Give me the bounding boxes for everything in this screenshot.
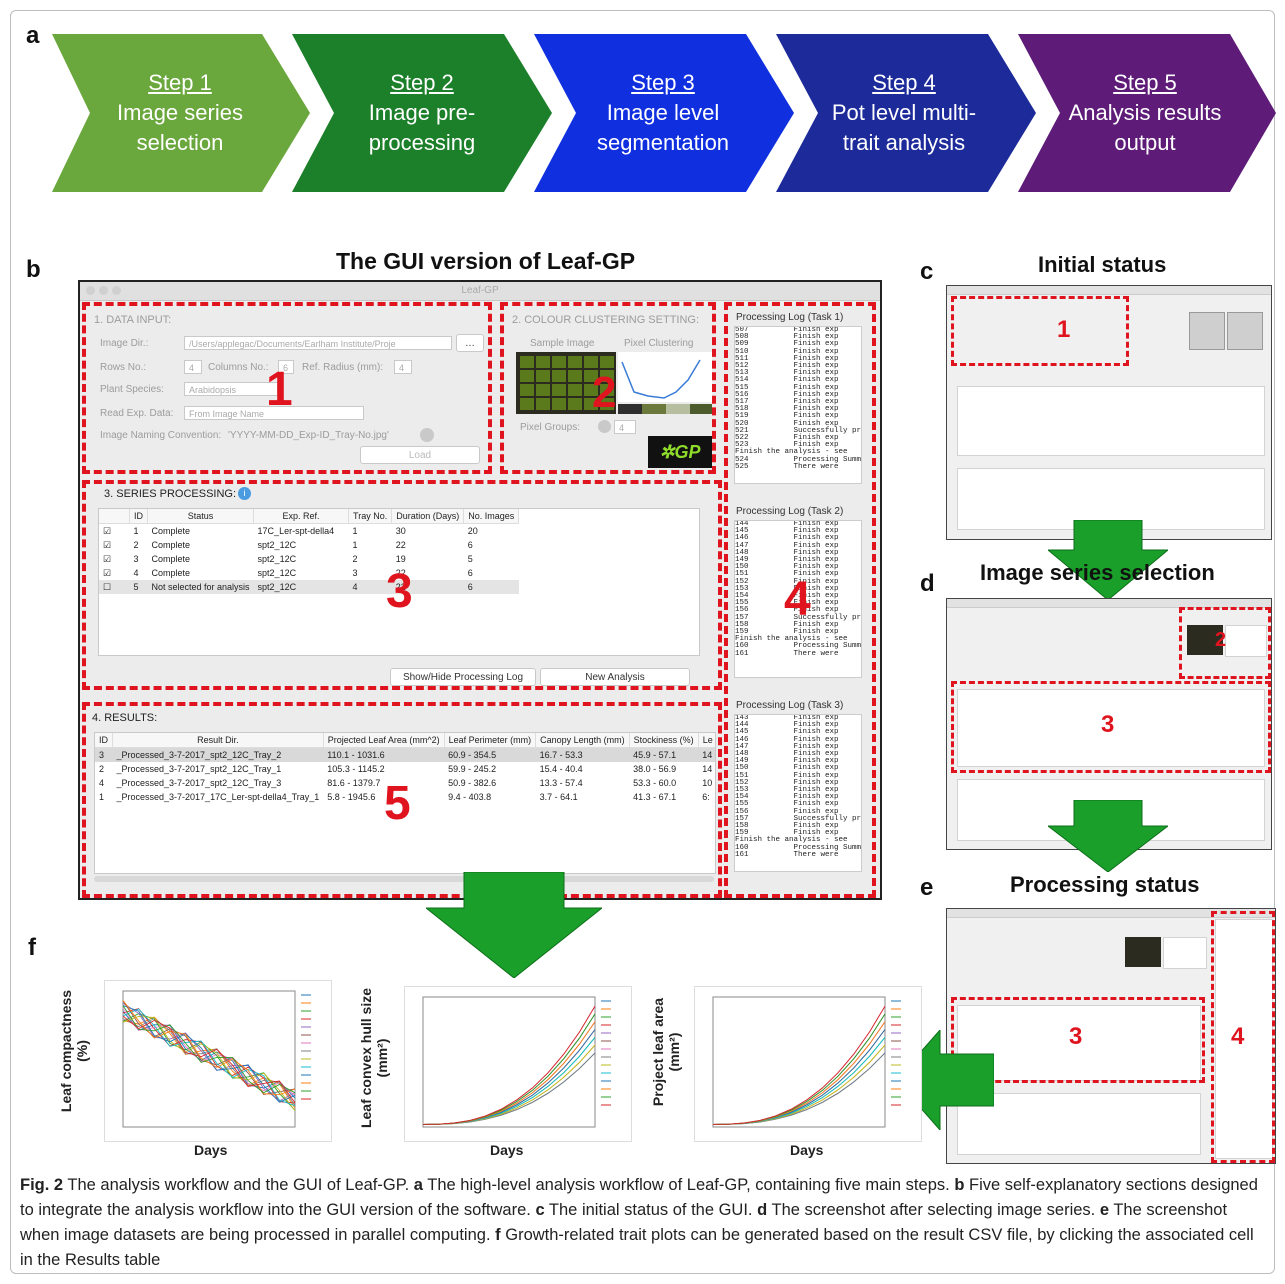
- plot-2-svg: [422, 996, 611, 1128]
- caption-a-text: The high-level analysis workflow of Leaf…: [427, 1176, 950, 1194]
- step-1-label-1: Image series: [117, 100, 243, 125]
- step-3-title: Step 3: [631, 70, 695, 95]
- plot-3-svg: [712, 996, 901, 1128]
- mini-c-section-1: [951, 296, 1129, 366]
- step-5-label-1: Analysis results: [1068, 100, 1222, 125]
- step-1-title: Step 1: [148, 70, 212, 95]
- plot-2-ylabel-2: (mm²): [374, 1038, 390, 1078]
- plot-3-ylabel: Project leaf area (mm²): [650, 980, 682, 1124]
- plot-3-xlabel: Days: [790, 1142, 824, 1158]
- arrow-down-icon: [426, 872, 602, 978]
- workflow-step-2: Step 2 Image pre- processing: [334, 34, 510, 192]
- caption-d-text: The screenshot after selecting image ser…: [771, 1201, 1096, 1219]
- workflow-step-3: Step 3 Image level segmentation: [574, 34, 752, 192]
- mini-d-number-3: 3: [1101, 711, 1115, 738]
- panel-letter-b: b: [26, 256, 41, 283]
- step-5-title: Step 5: [1113, 70, 1177, 95]
- panel-letter-e: e: [920, 874, 934, 901]
- plot-2-series-line: [422, 1013, 596, 1125]
- section-2-number: 2: [592, 368, 617, 417]
- mini-sample-image: [1125, 937, 1161, 967]
- gui-title: The GUI version of Leaf-GP: [336, 248, 636, 274]
- caption-f-label: f: [495, 1226, 501, 1244]
- plot-3-ylabel-2: (mm²): [666, 1032, 682, 1072]
- window-minimize-button[interactable]: [99, 286, 108, 295]
- mini-pixel-plot: [1163, 937, 1207, 969]
- arrow-down-icon-d: [1048, 800, 1168, 872]
- plot-1-ylabel-2: (%): [74, 1040, 90, 1062]
- mini-e-number-3: 3: [1069, 1023, 1083, 1050]
- figure-caption: Fig. 2 The analysis workflow and the GUI…: [20, 1173, 1270, 1273]
- plot-1-ylabel: Leaf compactness (%): [58, 976, 90, 1126]
- initial-title: Initial status: [1038, 252, 1167, 277]
- plot-2-series-line: [422, 1005, 596, 1125]
- caption-fig-label: Fig. 2: [20, 1176, 64, 1194]
- workflow-step-5: Step 5 Analysis results output: [1056, 34, 1234, 192]
- plot-3-series-line: [712, 1013, 886, 1125]
- section-1-number: 1: [266, 363, 293, 416]
- plot-3-series-line: [712, 1005, 886, 1125]
- plot-1-xlabel: Days: [194, 1142, 228, 1158]
- plot-1-svg: [122, 990, 311, 1128]
- section-4-number: 4: [784, 573, 811, 626]
- plot-2-ylabel-1: Leaf convex hull size: [358, 987, 374, 1129]
- window-zoom-button[interactable]: [112, 286, 121, 295]
- mini-series-list: [957, 386, 1265, 456]
- caption-c-text: The initial status of the GUI.: [548, 1201, 753, 1219]
- caption-c-label: c: [535, 1201, 545, 1219]
- mini-c-number-1: 1: [1057, 316, 1071, 343]
- mini-no-image-2: [1227, 312, 1263, 350]
- plot-3-series-line: [712, 1005, 886, 1125]
- plot-3-series-line: [712, 1052, 886, 1125]
- step-5-label-2: output: [1114, 130, 1176, 155]
- panel-letter-d: d: [920, 570, 935, 597]
- plot-3-area: [694, 986, 922, 1142]
- plot-3-series-line: [712, 1013, 886, 1125]
- plot-2-area: [404, 986, 632, 1142]
- workflow-step-4: Step 4 Pot level multi- trait analysis: [814, 34, 994, 192]
- step-4-title: Step 4: [872, 70, 936, 95]
- section-5-number: 5: [384, 777, 411, 830]
- selection-title: Image series selection: [980, 560, 1215, 585]
- plot-2-ylabel: Leaf convex hull size (mm²): [358, 976, 390, 1140]
- processing-title: Processing status: [1010, 872, 1200, 897]
- plot-3-ylabel-1: Project leaf area: [650, 997, 666, 1107]
- plot-2-series-line: [422, 1005, 596, 1125]
- step-2-label-2: processing: [368, 130, 476, 155]
- plot-2-series-line: [422, 1052, 596, 1125]
- panel-letter-f: f: [28, 934, 36, 961]
- plot-2-series-line: [422, 1013, 596, 1125]
- plot-2-series-line: [422, 1052, 596, 1125]
- mini-gui-processing: 3 4: [946, 908, 1276, 1164]
- mini-d-number-2: 2: [1215, 629, 1227, 651]
- mini-no-image-1: [1189, 312, 1225, 350]
- mini-gui-initial: 1: [946, 285, 1272, 540]
- caption-d-label: d: [757, 1201, 768, 1219]
- plot-2-xlabel: Days: [490, 1142, 524, 1158]
- caption-intro: The analysis workflow and the GUI of Lea…: [67, 1176, 410, 1194]
- window-title: Leaf-GP: [80, 282, 880, 301]
- workflow-step-1: Step 1 Image series selection: [92, 34, 268, 192]
- section-3-number: 3: [386, 565, 413, 618]
- step-4-label-1: Pot level multi-: [831, 100, 977, 125]
- panel-letter-a: a: [26, 22, 40, 49]
- caption-a-label: a: [413, 1176, 423, 1194]
- panel-letter-c: c: [920, 258, 934, 285]
- step-3-label-1: Image level: [606, 100, 720, 125]
- plot-3-series-line: [712, 1052, 886, 1125]
- plot-1-ylabel-1: Leaf compactness: [58, 989, 74, 1113]
- plot-1-area: [104, 980, 332, 1142]
- caption-e-label: e: [1099, 1201, 1110, 1219]
- mini-e-number-4: 4: [1231, 1023, 1245, 1050]
- window-close-button[interactable]: [86, 286, 95, 295]
- step-2-label-1: Image pre-: [368, 100, 476, 125]
- caption-b-label: b: [954, 1176, 965, 1194]
- step-4-label-2: trait analysis: [842, 130, 966, 155]
- step-1-label-2: selection: [136, 130, 224, 155]
- step-2-title: Step 2: [390, 70, 454, 95]
- gui-window: Leaf-GP 1. DATA INPUT: Image Dir.: /User…: [78, 280, 882, 900]
- step-3-label-2: segmentation: [596, 130, 730, 155]
